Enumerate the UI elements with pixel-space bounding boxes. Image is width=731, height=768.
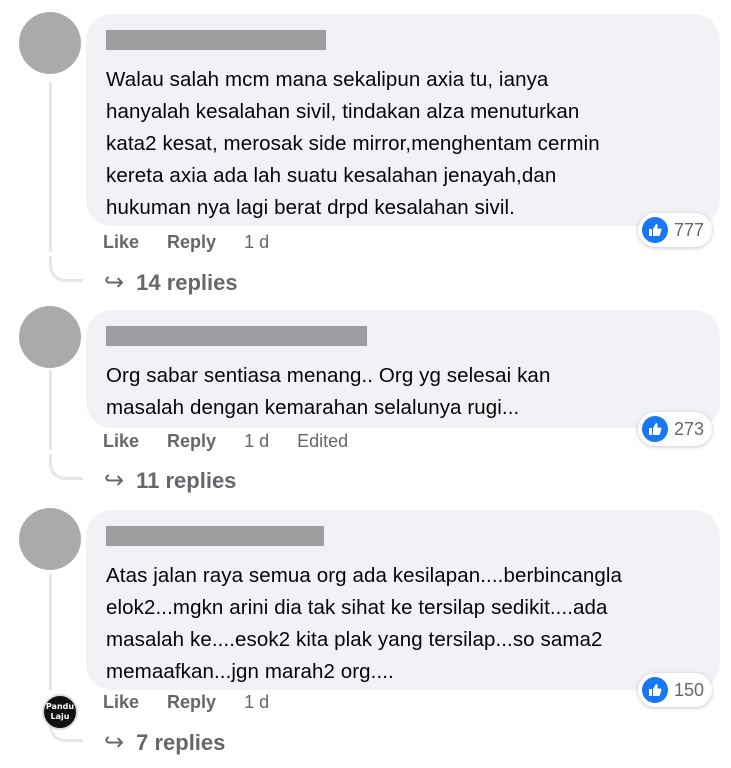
like-button[interactable]: Like xyxy=(103,232,139,253)
reaction-summary[interactable]: 150 xyxy=(638,673,713,707)
reply-button[interactable]: Reply xyxy=(167,692,216,713)
view-replies-link[interactable]: ↪ 7 replies xyxy=(104,728,225,757)
reply-arrow-icon: ↪ xyxy=(104,467,125,494)
reply-connector xyxy=(49,256,83,282)
reaction-summary[interactable]: 777 xyxy=(638,213,713,247)
comment-timestamp[interactable]: 1 d xyxy=(244,692,269,713)
watermark-line-2: Laju xyxy=(50,712,70,721)
reply-button[interactable]: Reply xyxy=(167,232,216,253)
comment-actions: Like Reply 1 d xyxy=(103,692,297,713)
reply-arrow-icon: ↪ xyxy=(104,729,125,756)
like-button[interactable]: Like xyxy=(103,692,139,713)
view-replies-link[interactable]: ↪ 11 replies xyxy=(104,466,236,495)
thumbs-up-icon xyxy=(642,416,668,442)
comment-bubble: Org sabar sentiasa menang.. Org yg seles… xyxy=(86,310,720,428)
redacted-author-name[interactable] xyxy=(106,526,324,546)
comment-text: Org sabar sentiasa menang.. Org yg seles… xyxy=(106,364,551,419)
reply-arrow-icon: ↪ xyxy=(104,269,125,296)
reaction-count: 777 xyxy=(674,219,705,240)
avatar[interactable] xyxy=(19,306,81,368)
reply-connector xyxy=(49,454,83,480)
reaction-summary[interactable]: 273 xyxy=(638,412,713,446)
edited-label[interactable]: Edited xyxy=(297,431,348,452)
replies-count: 11 replies xyxy=(136,467,237,493)
comment-timestamp[interactable]: 1 d xyxy=(244,431,269,452)
comment-actions: Like Reply 1 d Edited xyxy=(103,431,376,452)
thread-line xyxy=(49,370,52,450)
redacted-author-name[interactable] xyxy=(106,30,326,50)
avatar[interactable] xyxy=(19,508,81,570)
comment-actions: Like Reply 1 d xyxy=(103,232,297,253)
watermark-line-1: Pandu xyxy=(45,702,75,711)
comment-timestamp[interactable]: 1 d xyxy=(244,232,269,253)
replies-count: 14 replies xyxy=(136,269,238,295)
redacted-author-name[interactable] xyxy=(106,326,367,346)
comment-text: Walau salah mcm mana sekalipun axia tu, … xyxy=(106,68,600,219)
thread-line xyxy=(49,574,52,690)
avatar[interactable] xyxy=(19,12,81,74)
reply-button[interactable]: Reply xyxy=(167,431,216,452)
thumbs-up-icon xyxy=(642,217,668,243)
view-replies-link[interactable]: ↪ 14 replies xyxy=(104,268,238,297)
thread-line xyxy=(49,82,52,252)
like-button[interactable]: Like xyxy=(103,431,139,452)
comment-bubble: Walau salah mcm mana sekalipun axia tu, … xyxy=(86,14,720,226)
comment-bubble: Atas jalan raya semua org ada kesilapan.… xyxy=(86,510,720,690)
reaction-count: 273 xyxy=(674,418,705,439)
comment-text: Atas jalan raya semua org ada kesilapan.… xyxy=(106,564,623,683)
watermark-logo: Pandu Laju xyxy=(42,694,78,730)
replies-count: 7 replies xyxy=(136,729,226,755)
thumbs-up-icon xyxy=(642,677,668,703)
reaction-count: 150 xyxy=(674,679,705,700)
